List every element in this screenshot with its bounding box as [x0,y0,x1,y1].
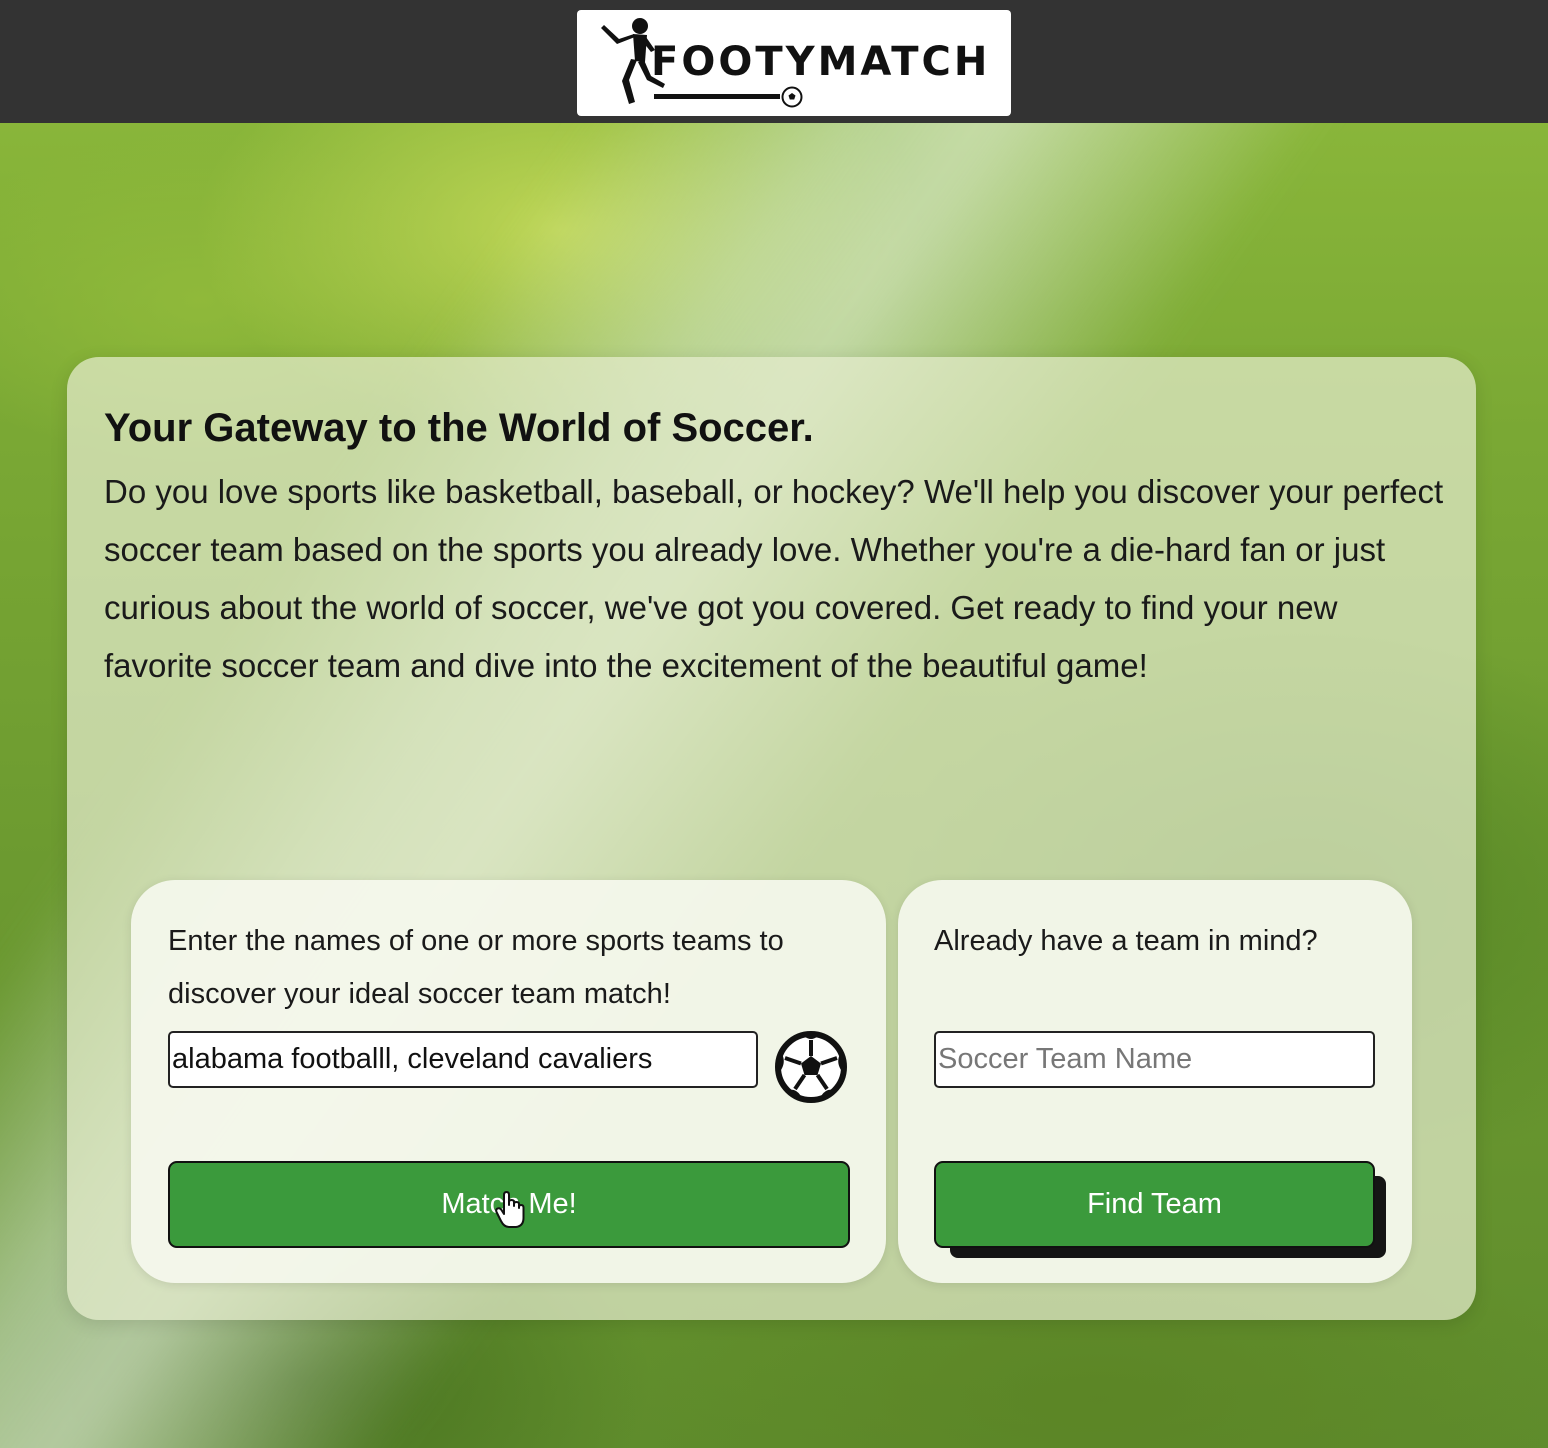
find-team-button[interactable]: Find Team [934,1161,1375,1248]
intro-paragraph: Do you love sports like basketball, base… [104,473,1444,684]
logo-underline [654,94,780,99]
logo-text: FOOTYMATCH [651,39,991,85]
hand-cursor-icon [495,1191,525,1228]
match-prompt: Enter the names of one or more sports te… [168,925,784,1010]
find-team-prompt: Already have a team in mind? [934,925,1318,957]
soccer-team-name-input[interactable] [934,1031,1375,1088]
sports-teams-input[interactable] [168,1031,758,1088]
logo-ball-icon [781,86,803,108]
top-header: FOOTYMATCH [0,0,1548,123]
footymatch-logo[interactable]: FOOTYMATCH [577,10,1011,116]
soccer-ball-icon[interactable] [774,1030,848,1104]
page-title: Your Gateway to the World of Soccer. [104,406,814,450]
